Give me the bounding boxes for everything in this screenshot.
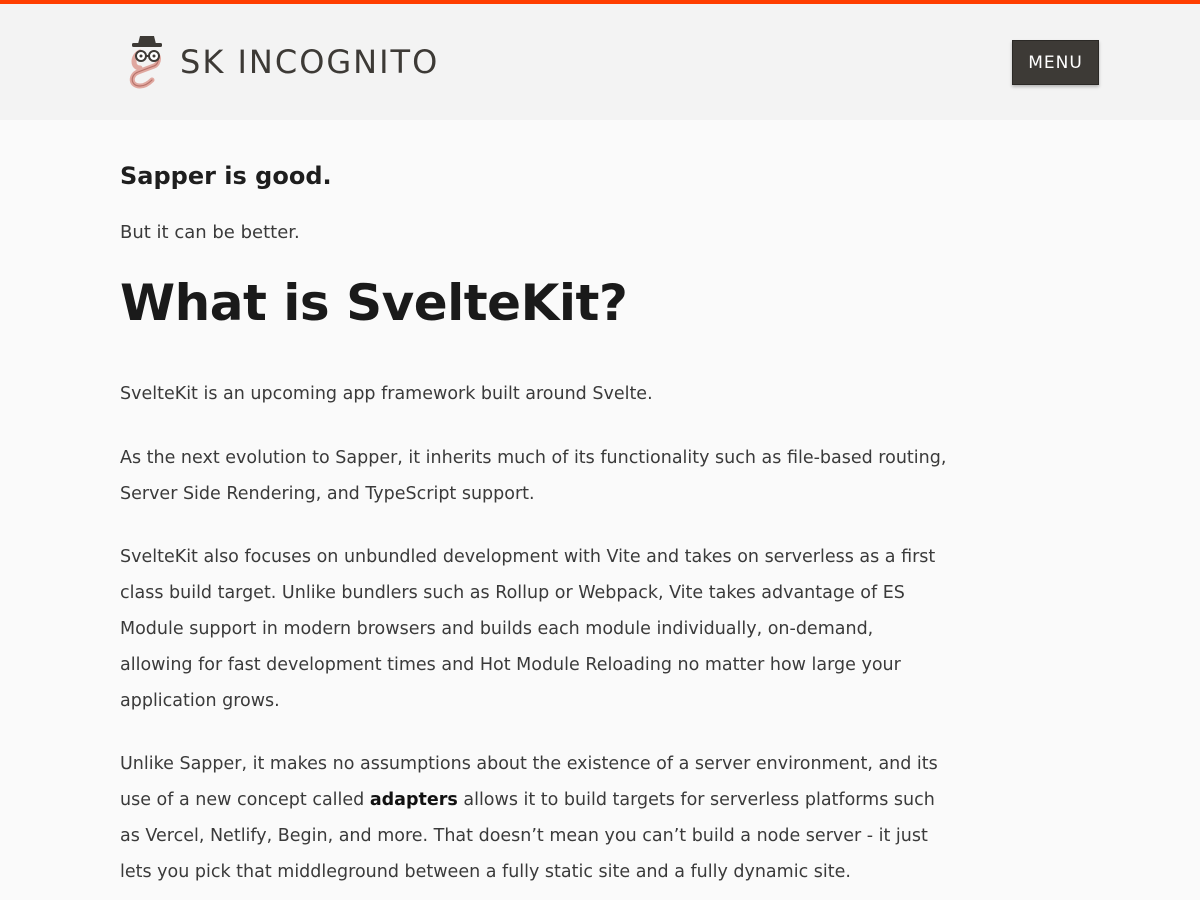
brand-name: SK INCOGNITO xyxy=(180,43,440,81)
brand-home-link[interactable]: SK INCOGNITO xyxy=(124,32,439,92)
paragraph-3: SvelteKit also focuses on unbundled deve… xyxy=(120,547,936,711)
lead-subtitle: But it can be better. xyxy=(120,222,300,243)
adapters-emphasis: adapters xyxy=(369,790,458,810)
site-header: SK INCOGNITO MENU xyxy=(0,4,1200,120)
paragraph-1: SvelteKit is an upcoming app framework b… xyxy=(120,384,653,404)
lead-title: Sapper is good. xyxy=(120,162,332,190)
incognito-logo-icon xyxy=(124,34,170,90)
article-heading: What is SvelteKit? xyxy=(120,274,628,332)
paragraph-2: As the next evolution to Sapper, it inhe… xyxy=(120,448,947,504)
menu-button[interactable]: MENU xyxy=(1012,40,1099,85)
paragraph-4: Unlike Sapper, it makes no assumptions a… xyxy=(120,746,950,890)
